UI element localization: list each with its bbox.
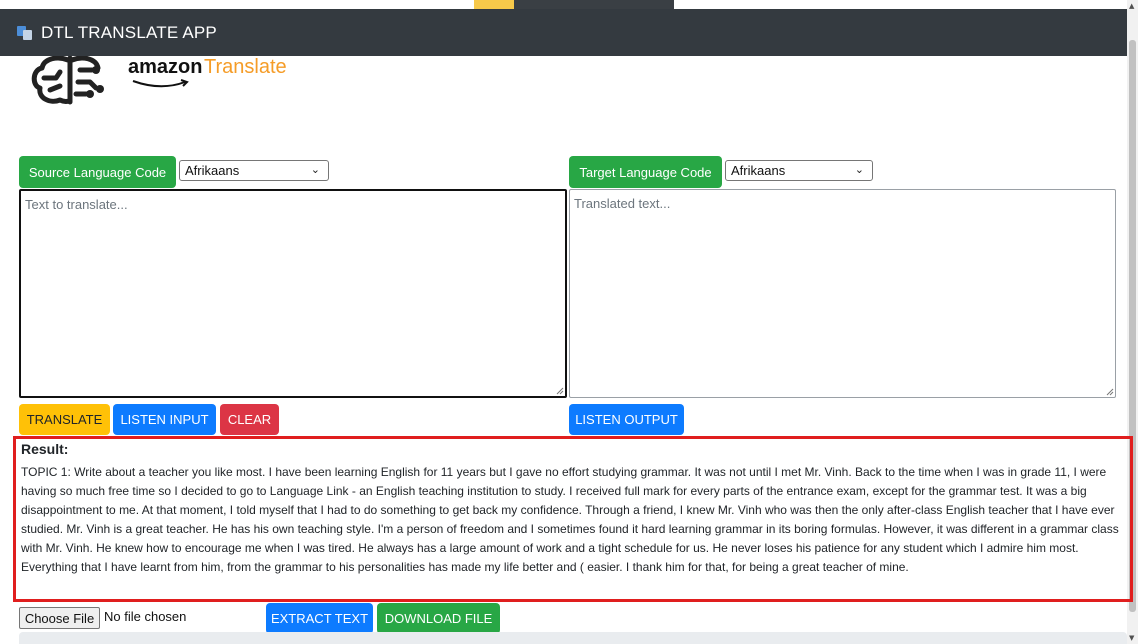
translate-button[interactable]: TRANSLATE (19, 404, 110, 435)
target-placeholder: Translated text... (574, 196, 671, 211)
target-language-select[interactable]: Afrikaans ⌄ (725, 160, 873, 181)
source-language-select[interactable]: Afrikaans ⌄ (179, 160, 329, 181)
bottom-panel-edge (19, 632, 1127, 644)
logo-brand-text: amazon (128, 56, 203, 78)
download-file-button[interactable]: DOWNLOAD FILE (377, 603, 500, 634)
app-title[interactable]: DTL TRANSLATE APP (41, 23, 217, 43)
resize-grip-icon[interactable] (1106, 388, 1114, 396)
source-text-input[interactable]: Text to translate... (19, 189, 567, 398)
result-title: Result: (21, 441, 69, 457)
target-selected-language: Afrikaans (731, 163, 786, 178)
browser-top-strip (0, 0, 1127, 9)
app-navbar: DTL TRANSLATE APP (0, 9, 1127, 56)
resize-grip-icon[interactable] (556, 387, 564, 395)
translated-text-output[interactable]: Translated text... (569, 189, 1116, 398)
top-strip-accent (474, 0, 514, 9)
clear-button[interactable]: CLEAR (220, 404, 279, 435)
result-panel: Result: TOPIC 1: Write about a teacher y… (13, 436, 1133, 602)
amazon-smile-icon (132, 79, 189, 88)
translate-app-icon (17, 25, 32, 40)
brain-circuit-icon (31, 56, 104, 105)
top-strip-dark (514, 0, 674, 9)
source-language-code-label: Source Language Code (19, 156, 176, 188)
target-language-code-label: Target Language Code (569, 156, 722, 188)
choose-file-button[interactable]: Choose File (19, 607, 100, 629)
listen-output-button[interactable]: LISTEN OUTPUT (569, 404, 684, 435)
scroll-up-icon[interactable]: ▲ (1129, 2, 1134, 10)
scroll-down-icon[interactable]: ▼ (1129, 634, 1134, 642)
extract-text-button[interactable]: EXTRACT TEXT (266, 603, 373, 634)
file-status-text: No file chosen (104, 609, 187, 624)
source-selected-language: Afrikaans (185, 163, 240, 178)
listen-input-button[interactable]: LISTEN INPUT (113, 404, 216, 435)
chevron-down-icon: ⌄ (854, 164, 864, 176)
chevron-down-icon: ⌄ (310, 164, 320, 176)
result-text: TOPIC 1: Write about a teacher you like … (21, 465, 1119, 574)
logo-product-text: Translate (204, 56, 287, 78)
source-placeholder: Text to translate... (25, 197, 128, 212)
amazon-translate-logo: amazon Translate (30, 56, 290, 106)
